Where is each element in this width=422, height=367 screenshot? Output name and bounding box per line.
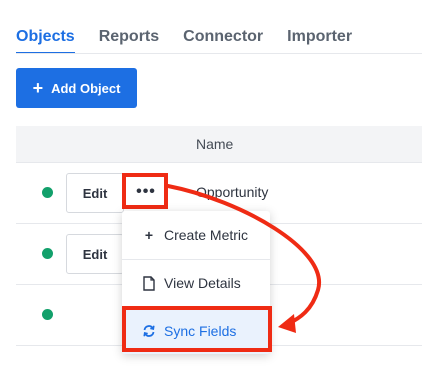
plus-icon: + — [144, 227, 154, 243]
plus-icon: + — [32, 78, 44, 98]
edit-button[interactable]: Edit — [66, 173, 124, 213]
object-name: Opportunity — [196, 184, 269, 200]
status-dot — [42, 248, 53, 259]
tab-importer[interactable]: Importer — [287, 28, 352, 54]
status-dot — [42, 187, 53, 198]
menu-item-label: Create Metric — [164, 227, 249, 243]
edit-button[interactable]: Edit — [66, 234, 124, 274]
more-button-highlight — [122, 173, 168, 209]
menu-item-create-metric[interactable]: + Create Metric — [122, 213, 270, 257]
menu-divider — [122, 259, 270, 260]
tab-objects[interactable]: Objects — [16, 28, 75, 54]
tab-bar: Objects Reports Connector Importer — [16, 28, 352, 54]
table-header: Name — [16, 126, 422, 163]
document-icon — [142, 275, 156, 291]
sync-fields-highlight — [122, 306, 272, 352]
menu-item-label: View Details — [164, 275, 241, 291]
add-object-button[interactable]: + Add Object — [16, 68, 137, 108]
tab-connector[interactable]: Connector — [183, 28, 263, 54]
add-object-label: Add Object — [51, 80, 121, 96]
tab-divider — [16, 53, 422, 54]
status-dot — [42, 309, 53, 320]
column-header-name: Name — [196, 136, 234, 152]
menu-item-view-details[interactable]: View Details — [122, 261, 270, 305]
tab-reports[interactable]: Reports — [99, 28, 159, 54]
